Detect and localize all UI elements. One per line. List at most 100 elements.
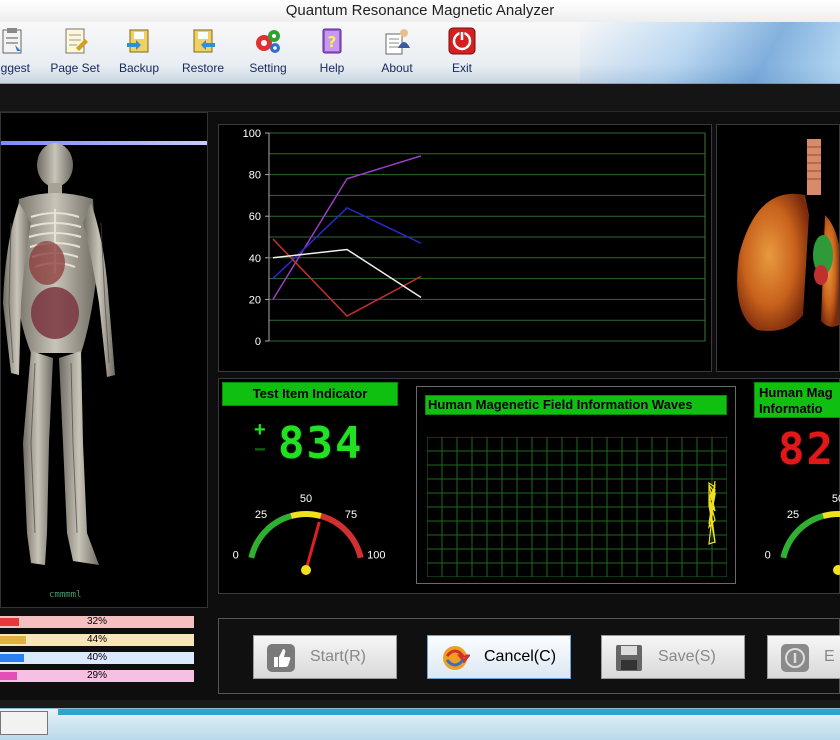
gauge-needle	[304, 521, 321, 571]
clipboard-icon	[2, 28, 22, 54]
percentage-bar-fill	[0, 618, 20, 626]
info-circle-icon	[781, 644, 809, 672]
y-tick-label: 80	[249, 170, 261, 182]
gauge-arc	[822, 511, 840, 519]
restore-icon	[193, 29, 215, 53]
lungs-illustration	[737, 139, 839, 331]
backup-icon	[127, 29, 149, 53]
gears-icon	[256, 30, 280, 53]
gauge-tick-label: 75	[345, 509, 357, 521]
help-book-icon: ?	[322, 28, 342, 54]
action-buttons-panel: Start(R) Cancel(C) Save(S) E	[218, 618, 840, 694]
percentage-bar-label: 32%	[86, 616, 107, 627]
cancel-arrows-icon	[443, 646, 470, 670]
magnetic-info-header-line2: Informatio	[759, 401, 823, 416]
toolbar-about-label: About	[381, 61, 413, 75]
app-window: Quantum Resonance Magnetic Analyzer ugge…	[0, 0, 840, 740]
percentage-bar: 29%	[0, 670, 194, 682]
toolbar-restore-button[interactable]: Restore	[171, 26, 235, 82]
y-tick-label: 20	[249, 294, 261, 306]
toolbar-suggest-label: uggest	[0, 61, 31, 75]
gauge-tick-label: 25	[787, 509, 799, 521]
trend-chart-panel: 100 80 60 40 20 0	[218, 124, 712, 372]
thumbs-up-icon	[267, 644, 295, 672]
start-button[interactable]: Start(R)	[253, 635, 397, 679]
human-body-illustration: cmmmml	[3, 143, 115, 600]
percentage-bar-fill	[0, 654, 24, 662]
y-tick-label: 0	[255, 336, 261, 348]
wave-grid	[427, 437, 727, 577]
body-figure-panel: cmmmml	[0, 112, 208, 608]
gauge-arc	[320, 513, 364, 559]
percentage-bar-label: 44%	[86, 634, 107, 645]
minus-sign: −	[254, 439, 266, 461]
gauge-tick-label: 50	[832, 493, 840, 505]
taskbar-strip	[58, 709, 840, 715]
gauge-arc	[248, 513, 292, 559]
page-set-icon	[65, 28, 88, 54]
figure-caption: cmmmml	[49, 590, 82, 600]
gauge-arc	[780, 513, 824, 559]
cancel-button[interactable]: Cancel(C)	[427, 635, 571, 679]
test-item-indicator-header: Test Item Indicator	[222, 382, 398, 406]
start-button-label: Start(R)	[310, 648, 366, 665]
plus-sign: +	[254, 419, 266, 441]
gauge-hub	[833, 565, 840, 575]
magnetic-waves-header: Human Magenetic Field Information Waves	[425, 395, 727, 415]
gauge-tick-label: 0	[233, 549, 239, 561]
power-icon	[448, 27, 476, 55]
toolbar-suggest-button[interactable]: uggest	[0, 26, 44, 82]
percentage-bar-fill	[0, 636, 27, 644]
y-tick-label: 100	[243, 128, 261, 140]
magnetic-info-header: Human Mag Informatio	[754, 382, 840, 418]
percentage-bar-label: 29%	[86, 670, 107, 681]
toolbar-help-label: Help	[319, 61, 345, 75]
toolbar-page-set-label: Page Set	[50, 61, 100, 75]
trend-line-chart: 100 80 60 40 20 0	[243, 128, 706, 348]
window-title: Quantum Resonance Magnetic Analyzer	[0, 0, 840, 22]
svg-text:?: ?	[328, 33, 337, 51]
gauge-arc	[290, 511, 322, 519]
toolbar-setting-label: Setting	[249, 61, 287, 75]
gauge-hub	[301, 565, 311, 575]
organ-image-panel	[716, 124, 840, 372]
toolbar-backup-label: Backup	[118, 61, 160, 75]
percentage-bar: 44%	[0, 634, 194, 646]
toolbar-backup-button[interactable]: Backup	[107, 26, 171, 82]
magnetic-info-header-line1: Human Mag	[759, 385, 833, 400]
toolbar-exit-label: Exit	[451, 61, 472, 75]
magnetic-info-gauge: 0 25 50	[765, 493, 840, 575]
about-person-icon	[385, 29, 410, 55]
fourth-action-label: E	[824, 648, 835, 665]
fourth-action-button[interactable]: E	[767, 635, 840, 679]
save-button[interactable]: Save(S)	[601, 635, 745, 679]
gauge-tick-label: 25	[255, 509, 267, 521]
test-item-gauge: 0 25 50 75 100	[233, 493, 385, 575]
gauge-tick-label: 100	[367, 549, 385, 561]
toolbar-exit-button[interactable]: Exit	[430, 26, 494, 82]
cancel-button-label: Cancel(C)	[484, 648, 557, 665]
taskbar	[0, 708, 840, 740]
toolbar-restore-label: Restore	[181, 61, 225, 75]
test-item-led-display: 834	[278, 418, 364, 469]
save-button-label: Save(S)	[658, 648, 716, 665]
y-tick-label: 60	[249, 211, 261, 223]
taskbar-slot[interactable]	[0, 711, 48, 735]
gauge-tick-label: 0	[765, 549, 771, 561]
toolbar-decoration	[580, 22, 840, 84]
magnetic-waves-panel: Human Magenetic Field Information Waves	[416, 386, 736, 584]
percentage-bar: 40%	[0, 652, 194, 664]
toolbar-setting-button[interactable]: Setting	[236, 26, 300, 82]
magnetic-info-led-display: 82	[778, 424, 835, 475]
y-tick-label: 40	[249, 253, 261, 265]
toolbar-page-set-button[interactable]: Page Set	[43, 26, 107, 82]
main-toolbar: uggest Page Set Backup	[0, 22, 840, 84]
percentage-bar-label: 40%	[86, 652, 107, 663]
percentage-bar: 32%	[0, 616, 194, 628]
percentage-bars: 32% 44% 40% 29%	[0, 612, 200, 684]
percentage-bar-fill	[0, 672, 18, 680]
tab-bar	[0, 84, 840, 112]
toolbar-about-button[interactable]: About	[365, 26, 429, 82]
floppy-disk-icon	[616, 645, 642, 671]
toolbar-help-button[interactable]: ? Help	[300, 26, 364, 82]
